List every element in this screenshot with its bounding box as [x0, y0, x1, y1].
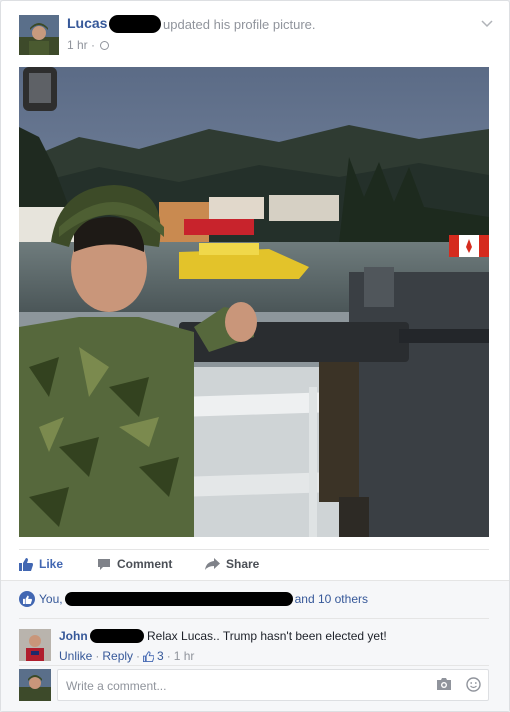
- unlike-link[interactable]: Unlike: [59, 649, 92, 663]
- post-actions: Like Comment Share: [19, 549, 489, 579]
- composer-icons: [436, 677, 481, 692]
- thumbs-up-icon: [19, 558, 33, 571]
- comment-button[interactable]: Comment: [97, 557, 172, 571]
- comment-label: Comment: [117, 557, 173, 571]
- likes-summary[interactable]: You, and 10 others: [19, 591, 368, 607]
- thumbs-up-icon: [143, 650, 155, 662]
- redaction-mark: [90, 629, 144, 643]
- like-badge-icon: [19, 591, 35, 607]
- post-action-text: updated his profile picture.: [163, 17, 316, 32]
- likes-prefix[interactable]: You,: [39, 592, 63, 606]
- chevron-down-icon[interactable]: [479, 15, 495, 31]
- camera-icon[interactable]: [436, 677, 452, 691]
- divider: [19, 618, 489, 619]
- comment-icon: [98, 558, 110, 570]
- comment-meta: Unlike · Reply · 3 · 1 hr: [59, 649, 195, 663]
- post-timestamp[interactable]: 1 hr: [67, 38, 88, 52]
- comment-text: Relax Lucas.. Trump hasn't been elected …: [147, 629, 387, 643]
- comment-like-count[interactable]: 3: [157, 649, 164, 663]
- like-label: Like: [39, 557, 64, 571]
- redaction-mark: [64, 592, 293, 606]
- post-card: Lucas updated his profile picture. 1 hr …: [0, 0, 510, 712]
- author-name[interactable]: Lucas: [67, 15, 107, 31]
- redaction-mark: [109, 15, 161, 33]
- emoji-icon[interactable]: [466, 677, 481, 692]
- profile-photo[interactable]: [19, 67, 489, 537]
- commenter-name[interactable]: John: [59, 629, 88, 643]
- comment-timestamp[interactable]: 1 hr: [174, 649, 195, 663]
- share-icon: [205, 557, 220, 570]
- comment-input[interactable]: Write a comment...: [57, 669, 489, 701]
- comment-input-placeholder: Write a comment...: [66, 679, 167, 693]
- likes-suffix[interactable]: and 10 others: [295, 592, 368, 606]
- share-label: Share: [226, 557, 260, 571]
- divider: [19, 665, 489, 666]
- meta-separator: ·: [91, 38, 96, 52]
- comments-section: You, and 10 others John Relax Lucas.. Tr…: [1, 580, 509, 711]
- like-button[interactable]: Like: [19, 557, 63, 571]
- commenter-avatar[interactable]: [19, 629, 51, 661]
- share-button[interactable]: Share: [205, 557, 259, 571]
- post-meta: 1 hr ·: [67, 38, 110, 52]
- viewer-avatar: [19, 669, 51, 701]
- globe-icon[interactable]: [100, 41, 110, 50]
- reply-link[interactable]: Reply: [102, 649, 133, 663]
- author-avatar[interactable]: [19, 15, 59, 55]
